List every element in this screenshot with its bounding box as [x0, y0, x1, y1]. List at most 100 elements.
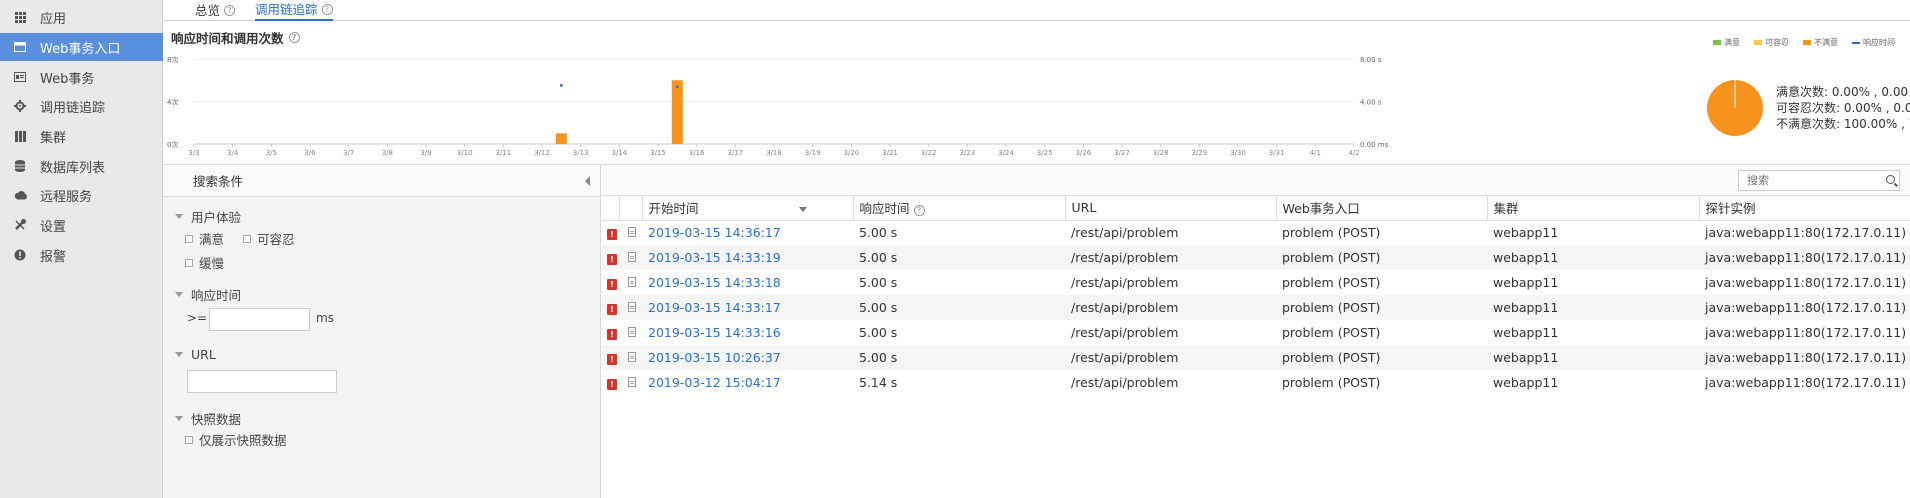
- x-tick-label: 3/20: [843, 149, 859, 157]
- cluster-cell: webapp11: [1493, 225, 1559, 241]
- y-tick-label-left: 0次: [167, 140, 178, 149]
- start-time-link[interactable]: 2019-03-15 14:36:17: [648, 225, 781, 240]
- x-tick-label: 3/8: [382, 149, 393, 157]
- start-time-link[interactable]: 2019-03-12 15:04:17: [648, 375, 781, 390]
- start-time-link[interactable]: 2019-03-15 14:33:18: [648, 275, 781, 290]
- table-row[interactable]: ! 2019-03-15 14:33:16 5.00 s/rest/api/prob…: [602, 320, 1910, 345]
- checkbox-snapshot-only[interactable]: 仅展示快照数据: [185, 430, 287, 449]
- start-time-link[interactable]: 2019-03-15 14:33:19: [648, 250, 781, 265]
- checkbox-satisfied[interactable]: 满意: [185, 229, 224, 248]
- gear-icon: [12, 98, 28, 114]
- col-web-entry[interactable]: Web事务入口: [1276, 196, 1488, 221]
- x-tick-label: 3/19: [805, 149, 821, 157]
- x-tick-label: 3/15: [650, 149, 666, 157]
- search-icon[interactable]: [1886, 175, 1895, 184]
- probe-instance-cell: java:webapp11:80(172.17.0.11): [1705, 375, 1907, 390]
- legend-item-frustrated[interactable]: 不满意: [1803, 37, 1838, 48]
- checkbox[interactable]: [185, 258, 193, 267]
- col-start-time[interactable]: 开始时间: [642, 196, 854, 221]
- tab-overview[interactable]: 总览 ?: [195, 0, 236, 21]
- x-tick-label: 3/9: [420, 149, 431, 157]
- section-user-experience[interactable]: 用户体验: [175, 207, 241, 226]
- response-time-input[interactable]: [209, 308, 310, 331]
- search-input[interactable]: [1738, 170, 1900, 191]
- table-row[interactable]: ! 2019-03-15 14:33:18 5.00 s/rest/api/prob…: [602, 270, 1910, 295]
- collapse-icon[interactable]: [585, 176, 590, 186]
- table-row[interactable]: ! 2019-03-15 14:33:19 5.00 s/rest/api/prob…: [602, 245, 1910, 270]
- grid-icon: [12, 9, 28, 25]
- response-time-cell: 5.00 s: [859, 325, 898, 340]
- legend-item-response-time[interactable]: 响应时间: [1852, 37, 1895, 48]
- table-row[interactable]: ! 2019-03-15 14:33:17 5.00 s/rest/api/prob…: [602, 295, 1910, 320]
- sidebar-item-apps[interactable]: 应用: [0, 3, 163, 31]
- help-icon[interactable]: ?: [224, 5, 236, 16]
- probe-instance-cell: java:webapp11:80(172.17.0.11): [1705, 275, 1907, 290]
- x-tick-label: 3/16: [689, 149, 705, 157]
- document-icon[interactable]: [628, 252, 636, 262]
- x-tick-label: 3/18: [766, 149, 782, 157]
- sidebar-item-remote-services[interactable]: 远程服务: [0, 181, 163, 209]
- sidebar-item-cluster[interactable]: 集群: [0, 122, 163, 150]
- checkbox-slow[interactable]: 缓慢: [185, 253, 224, 272]
- sidebar-item-databases[interactable]: 数据库列表: [0, 152, 163, 180]
- sidebar: 应用 Web事务入口 Web事务 调用链追踪 集群 数据库列表 远程服务 设置 …: [0, 0, 163, 498]
- column-label: 集群: [1493, 201, 1519, 217]
- column-label: 探针实例: [1705, 201, 1756, 217]
- sidebar-item-web-transaction-entry[interactable]: Web事务入口: [0, 33, 163, 61]
- section-label: 用户体验: [191, 210, 242, 225]
- y-tick-label-left: 8次: [167, 55, 178, 64]
- sidebar-item-trace[interactable]: 调用链追踪: [0, 92, 163, 120]
- document-icon[interactable]: [628, 302, 636, 312]
- help-icon[interactable]: ?: [913, 205, 925, 217]
- checkbox[interactable]: [185, 435, 193, 444]
- web-entry-cell: problem (POST): [1282, 375, 1381, 390]
- help-icon[interactable]: ?: [321, 4, 333, 15]
- start-time-link[interactable]: 2019-03-15 14:33:16: [648, 325, 781, 340]
- section-snapshot[interactable]: 快照数据: [175, 409, 241, 428]
- tab-trace[interactable]: 调用链追踪 ?: [255, 0, 333, 21]
- legend-item-tolerable[interactable]: 可容忍: [1754, 37, 1789, 48]
- col-probe-instance[interactable]: 探针实例: [1699, 196, 1910, 221]
- sidebar-item-settings[interactable]: 设置: [0, 211, 163, 239]
- bar-frustrated[interactable]: [671, 80, 683, 144]
- column-label: 响应时间: [859, 201, 910, 217]
- document-icon[interactable]: [628, 277, 636, 287]
- document-icon[interactable]: [628, 327, 636, 337]
- x-tick-label: 3/24: [998, 149, 1014, 157]
- y-tick-label-right: 8.00 s: [1360, 56, 1382, 64]
- x-tick-label: 3/7: [343, 149, 354, 157]
- checkbox[interactable]: [243, 234, 251, 243]
- table-row[interactable]: ! 2019-03-15 10:26:37 5.00 s/rest/api/prob…: [602, 345, 1910, 370]
- url-input[interactable]: [187, 370, 337, 393]
- checkbox[interactable]: [185, 234, 193, 243]
- legend-item-satisfied[interactable]: 满意: [1713, 37, 1740, 48]
- sidebar-item-label: 数据库列表: [40, 160, 106, 176]
- table-row[interactable]: ! 2019-03-12 15:04:17 5.14 s/rest/api/prob…: [602, 370, 1910, 395]
- section-url[interactable]: URL: [175, 347, 216, 362]
- start-time-link[interactable]: 2019-03-15 14:33:17: [648, 300, 781, 315]
- response-time-cell: 5.00 s: [853, 295, 1065, 320]
- x-tick-label: 3/6: [304, 149, 316, 157]
- url-cell: /rest/api/problem: [1065, 245, 1276, 270]
- section-response-time[interactable]: 响应时间: [175, 285, 241, 304]
- col-cluster[interactable]: 集群: [1487, 196, 1700, 221]
- response-time-point[interactable]: [675, 85, 679, 89]
- checkbox-tolerable[interactable]: 可容忍: [243, 229, 295, 248]
- url-cell: /rest/api/problem: [1065, 345, 1276, 370]
- col-url[interactable]: URL: [1065, 196, 1277, 221]
- bar-frustrated[interactable]: [555, 133, 567, 144]
- document-icon[interactable]: [628, 377, 636, 387]
- probe-instance-cell: java:webapp11:80(172.17.0.11): [1705, 325, 1907, 340]
- table-row[interactable]: ! 2019-03-15 14:36:17 5.00 s/rest/api/prob…: [602, 220, 1910, 245]
- document-icon[interactable]: [628, 352, 636, 362]
- sort-desc-icon[interactable]: [798, 207, 807, 213]
- sidebar-item-alerts[interactable]: 报警: [0, 241, 163, 269]
- url-cell: /rest/api/problem: [1071, 225, 1179, 241]
- y-tick-label-right: 4.00 s: [1360, 99, 1382, 107]
- document-icon[interactable]: [628, 227, 636, 238]
- response-time-point[interactable]: [559, 83, 563, 87]
- start-time-link[interactable]: 2019-03-15 10:26:37: [648, 350, 781, 365]
- sidebar-item-web-transactions[interactable]: Web事务: [0, 63, 163, 91]
- col-response-time[interactable]: 响应时间 ?: [853, 196, 1066, 221]
- section-label: 快照数据: [191, 412, 242, 427]
